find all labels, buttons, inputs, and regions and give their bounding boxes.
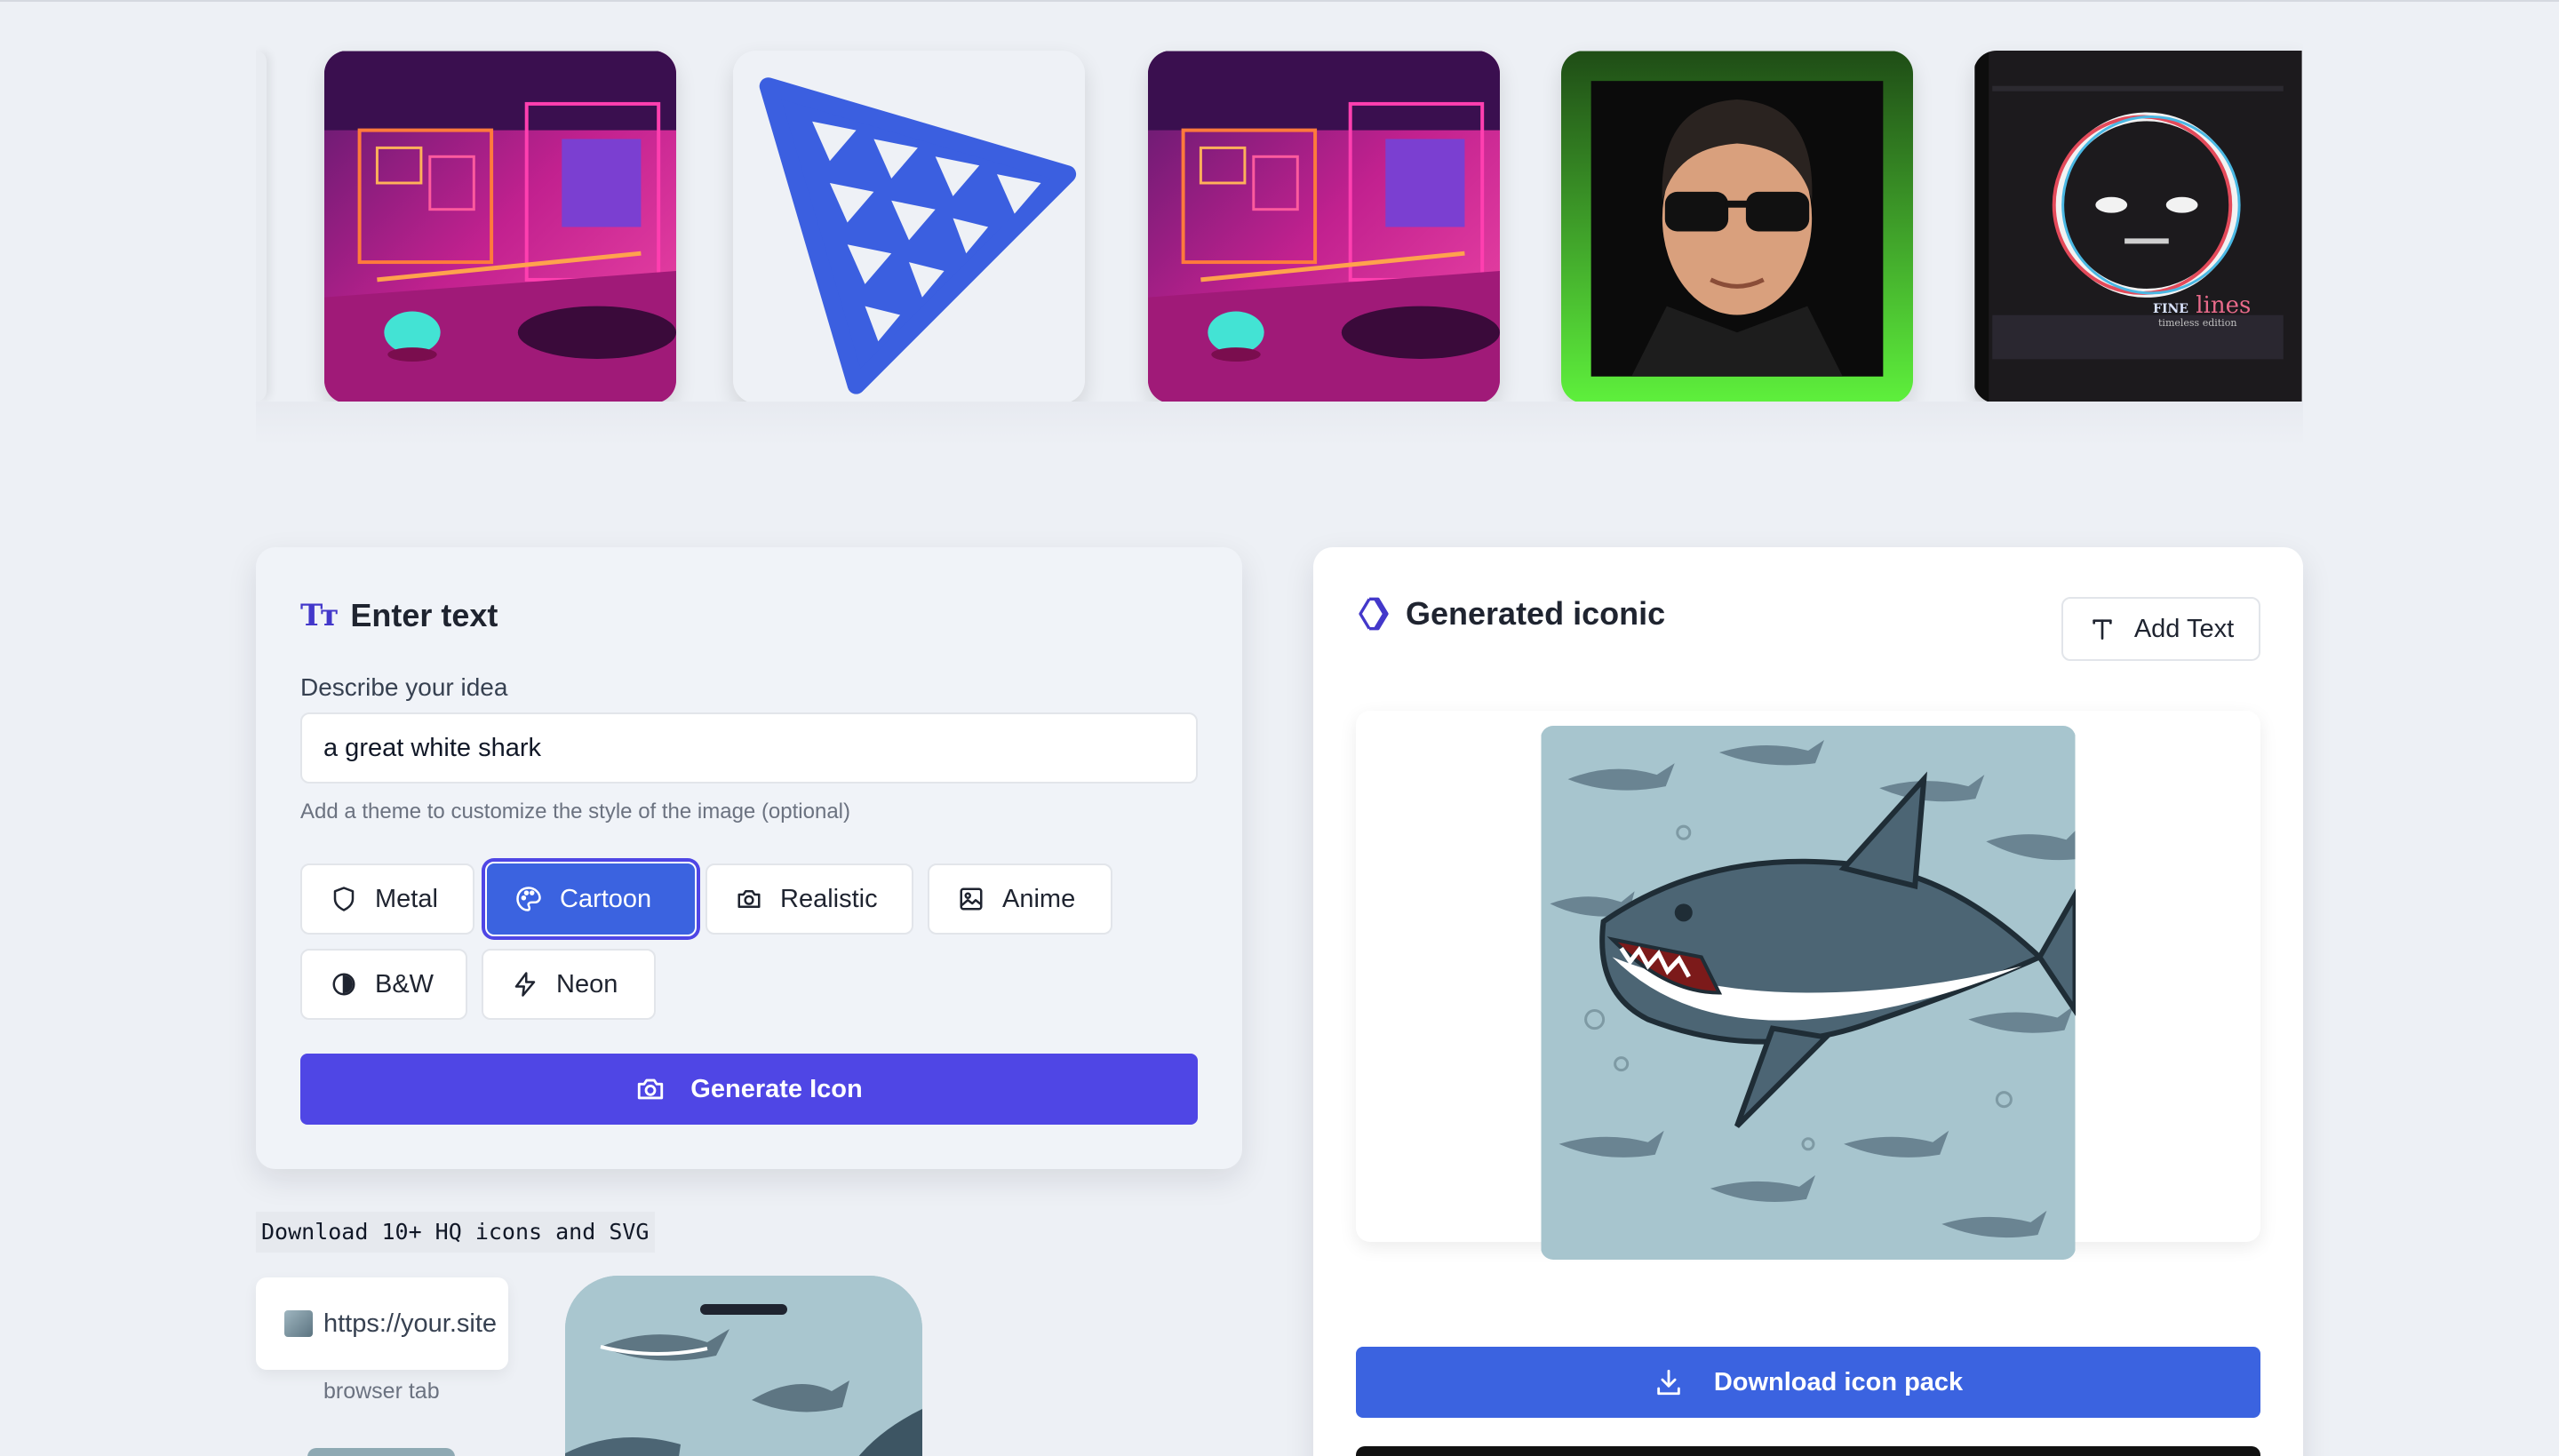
example-gallery: FINE lines timeless edition bbox=[256, 2, 2303, 446]
album-title-text: FINE lines bbox=[2153, 292, 2251, 319]
theme-bw-label: B&W bbox=[375, 969, 434, 999]
gallery-item-glitch-face[interactable]: FINE lines timeless edition bbox=[1973, 51, 2303, 403]
text-icon bbox=[2093, 619, 2112, 640]
generate-icon-label: Generate Icon bbox=[690, 1074, 863, 1103]
theme-hint: Add a theme to customize the style of th… bbox=[300, 800, 850, 823]
generated-heading: Generated iconic bbox=[1356, 595, 1665, 633]
theme-neon-button[interactable]: Neon bbox=[482, 949, 656, 1020]
gallery-item-portrait[interactable] bbox=[1561, 51, 1913, 403]
gallery-item-neon-room[interactable] bbox=[324, 51, 676, 403]
neon-room-image bbox=[1148, 51, 1500, 403]
download-icon bbox=[1657, 1369, 1680, 1396]
generate-icon-button[interactable]: Generate Icon bbox=[300, 1054, 1198, 1125]
theme-cartoon-button[interactable]: Cartoon bbox=[485, 862, 697, 936]
download-icon-pack-label: Download icon pack bbox=[1713, 1367, 1964, 1396]
man-sunglasses-portrait-image bbox=[1561, 51, 1913, 403]
browser-tab-preview: https://your.site bbox=[256, 1277, 508, 1370]
secondary-dark-button[interactable] bbox=[1356, 1446, 2260, 1456]
theme-metal-label: Metal bbox=[375, 884, 438, 913]
gallery-item-neon-room-2[interactable] bbox=[1148, 51, 1500, 403]
idea-input[interactable]: a great white shark bbox=[300, 712, 1198, 784]
theme-anime-label: Anime bbox=[1002, 884, 1076, 913]
image-icon bbox=[960, 887, 983, 911]
theme-anime-button[interactable]: Anime bbox=[928, 863, 1112, 935]
site-url: https://your.site bbox=[323, 1309, 498, 1338]
gallery-item-triangle-logo[interactable] bbox=[733, 51, 1085, 403]
add-text-button[interactable]: Add Text bbox=[2061, 597, 2260, 661]
theme-neon-label: Neon bbox=[556, 969, 618, 999]
blue-triangle-logo-image bbox=[733, 51, 1085, 403]
download-icon-pack-button[interactable]: Download icon pack bbox=[1356, 1347, 2260, 1418]
theme-bw-button[interactable]: B&W bbox=[300, 949, 467, 1020]
shield-icon bbox=[333, 887, 355, 911]
glitch-face-album-image bbox=[1974, 51, 2302, 403]
lightning-icon bbox=[514, 972, 536, 997]
generated-card: Generated iconic Add Text Download icon … bbox=[1313, 547, 2303, 1456]
phone-notch bbox=[700, 1304, 787, 1315]
download-caption: Download 10+ HQ icons and SVG bbox=[256, 1212, 655, 1253]
shark-cartoon-image bbox=[565, 1276, 922, 1456]
enter-text-title: Enter text bbox=[350, 597, 498, 633]
add-text-label: Add Text bbox=[2133, 614, 2235, 643]
album-title-prefix: FINE bbox=[2153, 302, 2188, 316]
generated-title: Generated iconic bbox=[1406, 595, 1666, 632]
phone-icon-preview bbox=[565, 1276, 922, 1456]
theme-realistic-label: Realistic bbox=[780, 884, 878, 913]
neon-room-image bbox=[324, 51, 676, 403]
enter-text-heading: Tт Enter text bbox=[300, 597, 498, 634]
theme-metal-button[interactable]: Metal bbox=[300, 863, 474, 935]
contrast-icon bbox=[332, 973, 355, 996]
album-title-main: lines bbox=[2196, 292, 2252, 319]
favicon-icon bbox=[284, 1310, 313, 1337]
album-subtitle-text: timeless edition bbox=[2158, 317, 2237, 329]
browser-tab-caption: browser tab bbox=[323, 1379, 440, 1404]
theme-cartoon-label: Cartoon bbox=[560, 884, 652, 913]
page: FINE lines timeless edition Tт Enter tex… bbox=[0, 0, 2559, 1456]
camera-icon bbox=[737, 890, 761, 908]
iconic-logo-icon bbox=[1359, 597, 1389, 631]
theme-realistic-button[interactable]: Realistic bbox=[706, 863, 913, 935]
shark-cartoon-image bbox=[1541, 726, 2076, 1260]
camera-icon bbox=[638, 1078, 664, 1100]
enter-text-card: Tт Enter text Describe your idea a great… bbox=[256, 547, 1242, 1169]
generated-preview bbox=[1356, 711, 2260, 1260]
palette-icon bbox=[516, 887, 541, 911]
small-icon-preview bbox=[307, 1448, 455, 1456]
gallery-prev-edge bbox=[256, 51, 267, 402]
idea-label: Describe your idea bbox=[300, 673, 508, 701]
generated-icon-image[interactable] bbox=[1541, 726, 2076, 1260]
text-size-icon: Tт bbox=[300, 598, 339, 633]
